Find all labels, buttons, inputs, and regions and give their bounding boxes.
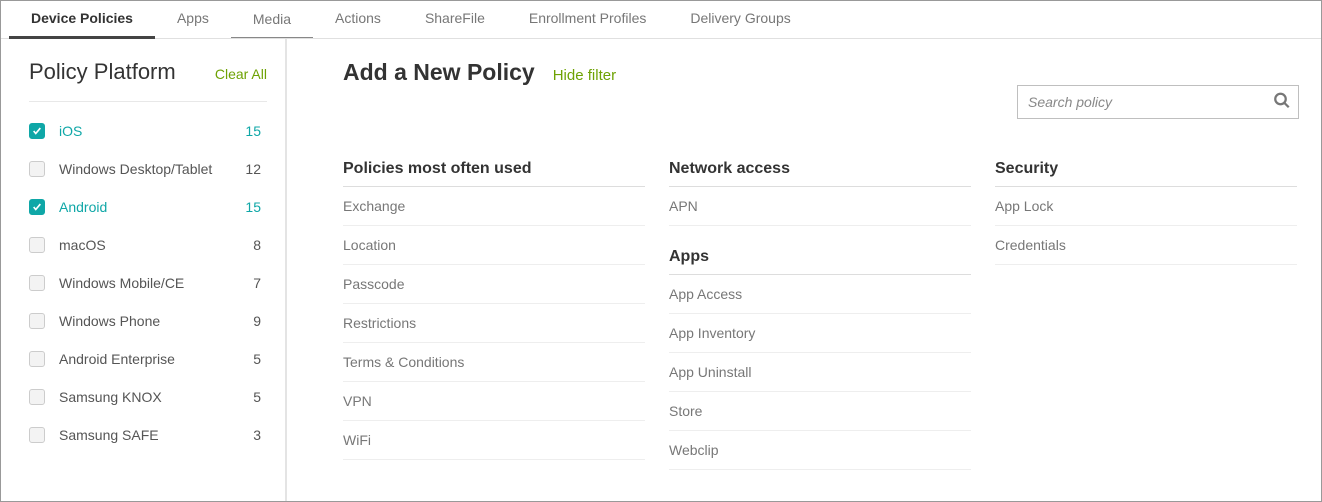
- platform-label: Samsung KNOX: [59, 389, 253, 405]
- group-title: Network access: [669, 160, 971, 187]
- checkbox-icon[interactable]: [29, 123, 45, 139]
- policy-group: SecurityApp LockCredentials: [995, 160, 1297, 265]
- platform-count: 12: [245, 161, 267, 177]
- sidebar: Policy Platform Clear All iOS15Windows D…: [1, 39, 287, 501]
- policy-item-exchange[interactable]: Exchange: [343, 187, 645, 226]
- checkbox-icon[interactable]: [29, 161, 45, 177]
- platform-item-windows-phone[interactable]: Windows Phone9: [29, 302, 267, 340]
- group-title: Security: [995, 160, 1297, 187]
- platform-item-samsung-knox[interactable]: Samsung KNOX5: [29, 378, 267, 416]
- group-title: Policies most often used: [343, 160, 645, 187]
- sidebar-title: Policy Platform: [29, 59, 176, 85]
- policy-group: AppsApp AccessApp InventoryApp Uninstall…: [669, 248, 971, 470]
- policy-item-vpn[interactable]: VPN: [343, 382, 645, 421]
- tab-enrollment-profiles[interactable]: Enrollment Profiles: [507, 1, 669, 39]
- checkbox-icon[interactable]: [29, 427, 45, 443]
- group-title: Apps: [669, 248, 971, 275]
- clear-all-link[interactable]: Clear All: [215, 66, 267, 82]
- policy-item-apn[interactable]: APN: [669, 187, 971, 226]
- search-input[interactable]: [1017, 85, 1299, 119]
- checkbox-icon[interactable]: [29, 313, 45, 329]
- tab-media[interactable]: Media: [231, 2, 313, 38]
- platform-count: 15: [245, 123, 267, 139]
- tab-apps[interactable]: Apps: [155, 1, 231, 39]
- platform-label: Android: [59, 199, 245, 215]
- platform-label: Windows Phone: [59, 313, 253, 329]
- checkbox-icon[interactable]: [29, 199, 45, 215]
- search-wrap: [1017, 85, 1299, 119]
- policy-item-terms-conditions[interactable]: Terms & Conditions: [343, 343, 645, 382]
- policy-column: Network accessAPN AppsApp AccessApp Inven…: [669, 160, 971, 492]
- policy-group: Policies most often usedExchangeLocation…: [343, 160, 645, 460]
- policy-column: SecurityApp LockCredentials: [995, 160, 1297, 492]
- policy-columns: Policies most often usedExchangeLocation…: [343, 160, 1307, 492]
- tab-bar: Device PoliciesAppsMediaActionsShareFile…: [1, 1, 1321, 39]
- platform-label: Windows Mobile/CE: [59, 275, 253, 291]
- sidebar-header: Policy Platform Clear All: [29, 59, 267, 102]
- policy-item-passcode[interactable]: Passcode: [343, 265, 645, 304]
- policy-item-wifi[interactable]: WiFi: [343, 421, 645, 460]
- checkbox-icon[interactable]: [29, 389, 45, 405]
- platform-label: macOS: [59, 237, 253, 253]
- checkbox-icon[interactable]: [29, 351, 45, 367]
- hide-filter-link[interactable]: Hide filter: [553, 67, 616, 84]
- policy-item-store[interactable]: Store: [669, 392, 971, 431]
- main-header: Add a New Policy Hide filter: [343, 59, 1307, 86]
- content: Policy Platform Clear All iOS15Windows D…: [1, 39, 1321, 501]
- search-icon[interactable]: [1273, 92, 1291, 113]
- policy-item-webclip[interactable]: Webclip: [669, 431, 971, 470]
- tab-delivery-groups[interactable]: Delivery Groups: [668, 1, 812, 39]
- policy-group: Network accessAPN: [669, 160, 971, 226]
- platform-label: Android Enterprise: [59, 351, 253, 367]
- platform-item-windows-mobile-ce[interactable]: Windows Mobile/CE7: [29, 264, 267, 302]
- tab-sharefile[interactable]: ShareFile: [403, 1, 507, 39]
- platform-item-android[interactable]: Android15: [29, 188, 267, 226]
- checkbox-icon[interactable]: [29, 275, 45, 291]
- platform-item-ios[interactable]: iOS15: [29, 112, 267, 150]
- platform-count: 5: [253, 351, 267, 367]
- policy-item-app-access[interactable]: App Access: [669, 275, 971, 314]
- policy-item-restrictions[interactable]: Restrictions: [343, 304, 645, 343]
- platform-count: 3: [253, 427, 267, 443]
- tab-actions[interactable]: Actions: [313, 1, 403, 39]
- policy-item-credentials[interactable]: Credentials: [995, 226, 1297, 265]
- platform-item-android-enterprise[interactable]: Android Enterprise5: [29, 340, 267, 378]
- policy-item-location[interactable]: Location: [343, 226, 645, 265]
- platform-item-windows-desktop-tablet[interactable]: Windows Desktop/Tablet12: [29, 150, 267, 188]
- platform-item-samsung-safe[interactable]: Samsung SAFE3: [29, 416, 267, 454]
- platform-label: Samsung SAFE: [59, 427, 253, 443]
- platform-count: 9: [253, 313, 267, 329]
- tab-device-policies[interactable]: Device Policies: [9, 1, 155, 39]
- platform-count: 5: [253, 389, 267, 405]
- platform-count: 15: [245, 199, 267, 215]
- platform-count: 7: [253, 275, 267, 291]
- platform-label: iOS: [59, 123, 245, 139]
- policy-column: Policies most often usedExchangeLocation…: [343, 160, 645, 492]
- policy-item-app-inventory[interactable]: App Inventory: [669, 314, 971, 353]
- page-title: Add a New Policy: [343, 59, 535, 86]
- main-panel: Add a New Policy Hide filter Policies mo…: [287, 39, 1321, 501]
- platform-label: Windows Desktop/Tablet: [59, 161, 245, 177]
- checkbox-icon[interactable]: [29, 237, 45, 253]
- platform-list: iOS15Windows Desktop/Tablet12Android15ma…: [29, 112, 267, 454]
- policy-item-app-lock[interactable]: App Lock: [995, 187, 1297, 226]
- policy-item-app-uninstall[interactable]: App Uninstall: [669, 353, 971, 392]
- platform-item-macos[interactable]: macOS8: [29, 226, 267, 264]
- platform-count: 8: [253, 237, 267, 253]
